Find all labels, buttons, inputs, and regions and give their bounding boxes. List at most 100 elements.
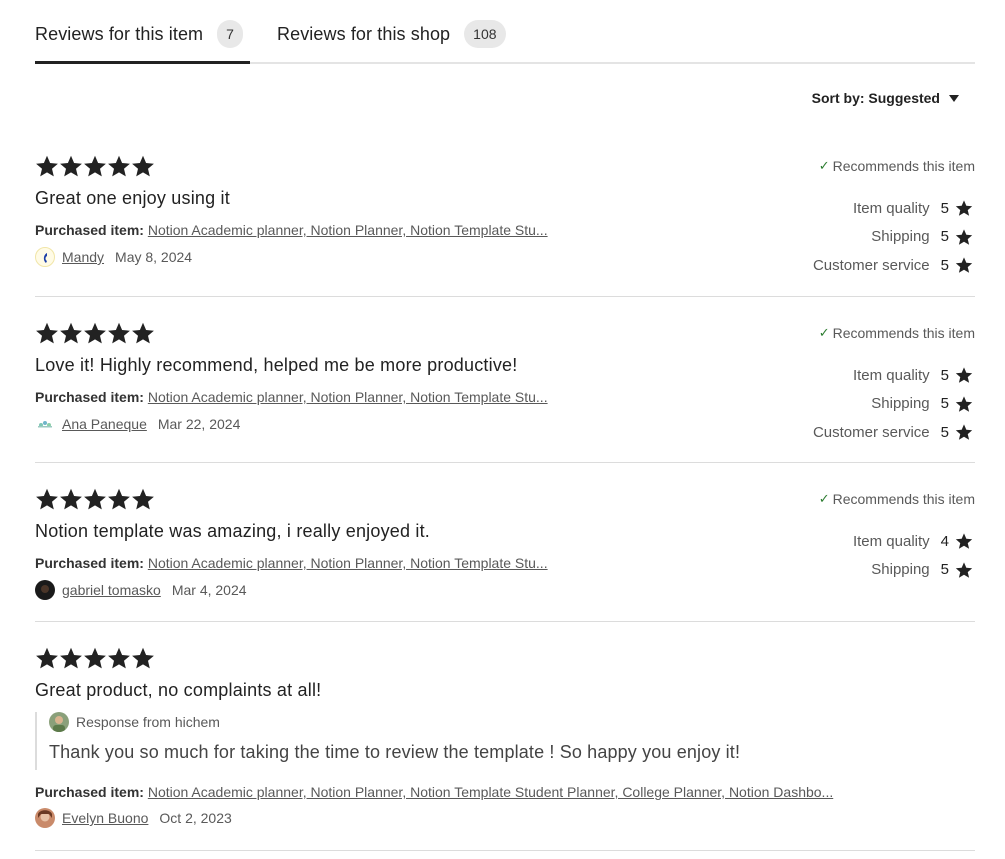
- check-icon: ✓: [818, 158, 830, 173]
- reviewer-name-link[interactable]: Mandy: [62, 249, 104, 265]
- purchased-item-link[interactable]: Notion Academic planner, Notion Planner,…: [148, 222, 548, 238]
- purchased-item-link[interactable]: Notion Academic planner, Notion Planner,…: [148, 784, 833, 800]
- recommends-badge: ✓ Recommends this item: [819, 491, 975, 507]
- star-icon: [108, 488, 130, 510]
- recommends-label: Recommends this item: [832, 158, 975, 174]
- reviewer-info: Evelyn Buono Oct 2, 2023: [35, 808, 232, 828]
- check-icon: ✓: [818, 491, 830, 506]
- rating-row: Customer service 5: [675, 418, 975, 447]
- star-icon: [132, 155, 154, 177]
- avatar: [49, 712, 69, 732]
- rating-value: 5: [940, 423, 949, 441]
- seller-response: Response from hichem Thank you so much f…: [35, 712, 935, 770]
- response-text: Thank you so much for taking the time to…: [49, 742, 741, 762]
- reviewer-name-link[interactable]: Ana Paneque: [62, 416, 147, 432]
- avatar: [35, 414, 55, 434]
- recommends-label: Recommends this item: [832, 491, 975, 507]
- rating-value: 5: [940, 395, 949, 413]
- star-icon: [84, 155, 106, 177]
- ratings-breakdown: Item quality 5 Shipping 5 Customer servi…: [675, 194, 975, 280]
- star-icon: [955, 257, 973, 274]
- purchased-label: Purchased item:: [35, 555, 144, 571]
- rating-label: Item quality: [852, 199, 930, 217]
- rating-value: 5: [940, 199, 949, 217]
- review-card: Love it! Highly recommend, helped me be …: [35, 317, 975, 463]
- star-icon: [955, 367, 973, 384]
- reviewer-name-link[interactable]: gabriel tomasko: [62, 582, 161, 598]
- rating-label: Customer service: [812, 256, 930, 274]
- star-icon: [60, 322, 82, 344]
- star-icon: [60, 647, 82, 669]
- rating-row: Customer service 5: [675, 251, 975, 280]
- review-text: Love it! Highly recommend, helped me be …: [35, 355, 518, 375]
- recommends-badge: ✓ Recommends this item: [819, 158, 975, 174]
- star-icon: [132, 322, 154, 344]
- star-icon: [955, 229, 973, 245]
- star-icon: [36, 488, 58, 510]
- rating-row: Shipping 5: [675, 390, 975, 419]
- rating-row: Item quality 5: [675, 194, 975, 223]
- star-icon: [108, 647, 130, 669]
- tab-reviews-for-item[interactable]: Reviews for this item 7: [35, 20, 250, 64]
- caret-down-icon: [949, 94, 959, 102]
- review-text: Great one enjoy using it: [35, 188, 230, 208]
- star-icon: [36, 322, 58, 344]
- purchased-item-link[interactable]: Notion Academic planner, Notion Planner,…: [148, 555, 548, 571]
- tab-reviews-for-shop[interactable]: Reviews for this shop 108: [277, 20, 506, 64]
- rating-label: Shipping: [871, 561, 930, 579]
- star-icon: [60, 155, 82, 177]
- recommends-badge: ✓ Recommends this item: [819, 325, 975, 341]
- rating-value: 5: [940, 256, 949, 274]
- star-icon: [955, 424, 973, 441]
- star-icon: [36, 647, 58, 669]
- rating-label: Item quality: [852, 366, 930, 384]
- recommends-label: Recommends this item: [832, 325, 975, 341]
- review-tabs: Reviews for this item 7 Reviews for this…: [35, 0, 975, 64]
- star-rating: [35, 487, 155, 511]
- star-icon: [955, 396, 973, 412]
- tab-label: Reviews for this item: [35, 24, 204, 44]
- purchased-item: Purchased item: Notion Academic planner,…: [35, 555, 548, 571]
- star-icon: [84, 322, 106, 344]
- star-icon: [108, 322, 130, 344]
- star-rating: [35, 321, 155, 345]
- rating-row: Shipping 5: [675, 556, 975, 585]
- star-icon: [84, 488, 106, 510]
- star-icon: [60, 488, 82, 510]
- avatar: [35, 580, 55, 600]
- response-from: Response from hichem: [76, 714, 220, 730]
- star-icon: [36, 155, 58, 177]
- rating-value: 5: [940, 561, 949, 579]
- sort-dropdown[interactable]: Sort by: Suggested: [812, 90, 959, 106]
- reviewer-info: Ana Paneque Mar 22, 2024: [35, 414, 240, 434]
- purchased-item: Purchased item: Notion Academic planner,…: [35, 389, 548, 405]
- purchased-label: Purchased item:: [35, 389, 144, 405]
- ratings-breakdown: Item quality 5 Shipping 5 Customer servi…: [675, 361, 975, 447]
- purchased-item-link[interactable]: Notion Academic planner, Notion Planner,…: [148, 389, 548, 405]
- tab-count-badge: 7: [217, 20, 243, 48]
- rating-label: Customer service: [812, 423, 930, 441]
- review-date: Mar 22, 2024: [157, 416, 241, 432]
- star-icon: [955, 562, 973, 578]
- star-icon: [84, 647, 106, 669]
- purchased-item: Purchased item: Notion Academic planner,…: [35, 784, 833, 800]
- rating-label: Item quality: [852, 532, 930, 550]
- review-text: Notion template was amazing, i really en…: [35, 521, 430, 541]
- star-icon: [955, 200, 973, 217]
- check-icon: ✓: [818, 325, 830, 340]
- rating-value: 4: [940, 532, 949, 550]
- review-card: Great product, no complaints at all! Res…: [35, 642, 975, 851]
- response-header: Response from hichem: [49, 712, 935, 732]
- rating-label: Shipping: [871, 395, 930, 413]
- reviewer-info: Mandy May 8, 2024: [35, 247, 192, 267]
- ratings-breakdown: Item quality 4 Shipping 5: [675, 527, 975, 584]
- review-date: May 8, 2024: [115, 249, 193, 265]
- purchased-label: Purchased item:: [35, 784, 144, 800]
- sort-label: Sort by: Suggested: [811, 90, 940, 106]
- avatar: [35, 808, 55, 828]
- reviewer-name-link[interactable]: Evelyn Buono: [62, 810, 148, 826]
- review-card: Great one enjoy using it Purchased item:…: [35, 150, 975, 297]
- review-date: Oct 2, 2023: [159, 810, 232, 826]
- review-card: Notion template was amazing, i really en…: [35, 483, 975, 622]
- star-icon: [132, 488, 154, 510]
